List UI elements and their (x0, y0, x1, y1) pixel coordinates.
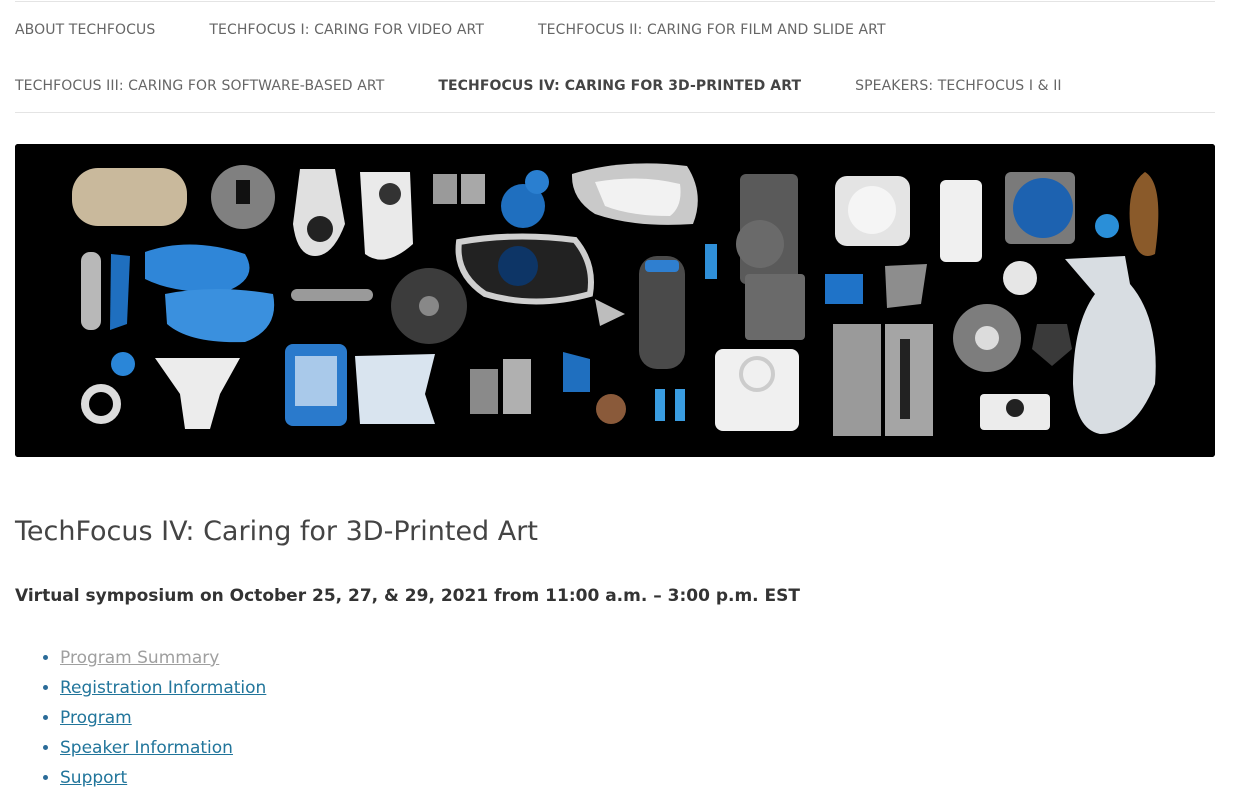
blue-cushion-object (145, 244, 250, 293)
nav-item-techfocus-ii[interactable]: TECHFOCUS II: CARING FOR FILM AND SLIDE … (538, 22, 886, 38)
symposium-dates: Virtual symposium on October 25, 27, & 2… (15, 586, 801, 606)
white-cylinder-object (940, 180, 982, 262)
nav-row-1: ABOUT TECHFOCUS TECHFOCUS I: CARING FOR … (15, 2, 1215, 58)
nav-row-2: TECHFOCUS III: CARING FOR SOFTWARE-BASED… (15, 58, 1215, 114)
main-navigation: ABOUT TECHFOCUS TECHFOCUS I: CARING FOR … (15, 1, 1215, 113)
list-item: Speaker Information (60, 733, 266, 763)
gray-mold-left-object (833, 324, 881, 436)
list-item: Registration Information (60, 673, 266, 703)
handle-object (81, 252, 101, 330)
registration-information-link[interactable]: Registration Information (60, 678, 266, 698)
nav-item-techfocus-iii[interactable]: TECHFOCUS III: CARING FOR SOFTWARE-BASED… (15, 78, 384, 94)
banner-3d-printed-objects-illustration (15, 144, 1215, 457)
list-item: Support (60, 763, 266, 793)
nav-item-techfocus-iv[interactable]: TECHFOCUS IV: CARING FOR 3D-PRINTED ART (438, 78, 801, 94)
gray-bottle-object (639, 256, 685, 369)
header-banner-image (15, 144, 1215, 457)
program-link[interactable]: Program (60, 708, 132, 728)
list-item: Program Summary (60, 643, 266, 673)
nav-item-speakers[interactable]: SPEAKERS: TECHFOCUS I & II (855, 78, 1062, 94)
list-item: Program (60, 703, 266, 733)
nav-item-about-techfocus[interactable]: ABOUT TECHFOCUS (15, 22, 155, 38)
gray-plate-object (745, 274, 805, 340)
insole-object (72, 168, 187, 226)
program-summary-link[interactable]: Program Summary (60, 648, 219, 668)
page-title: TechFocus IV: Caring for 3D-Printed Art (15, 516, 538, 547)
page-wrapper: ABOUT TECHFOCUS TECHFOCUS I: CARING FOR … (15, 0, 1215, 788)
nav-item-techfocus-i[interactable]: TECHFOCUS I: CARING FOR VIDEO ART (209, 22, 484, 38)
speaker-information-link[interactable]: Speaker Information (60, 738, 233, 758)
page-links-list: Program Summary Registration Information… (39, 643, 266, 793)
support-link[interactable]: Support (60, 768, 127, 788)
